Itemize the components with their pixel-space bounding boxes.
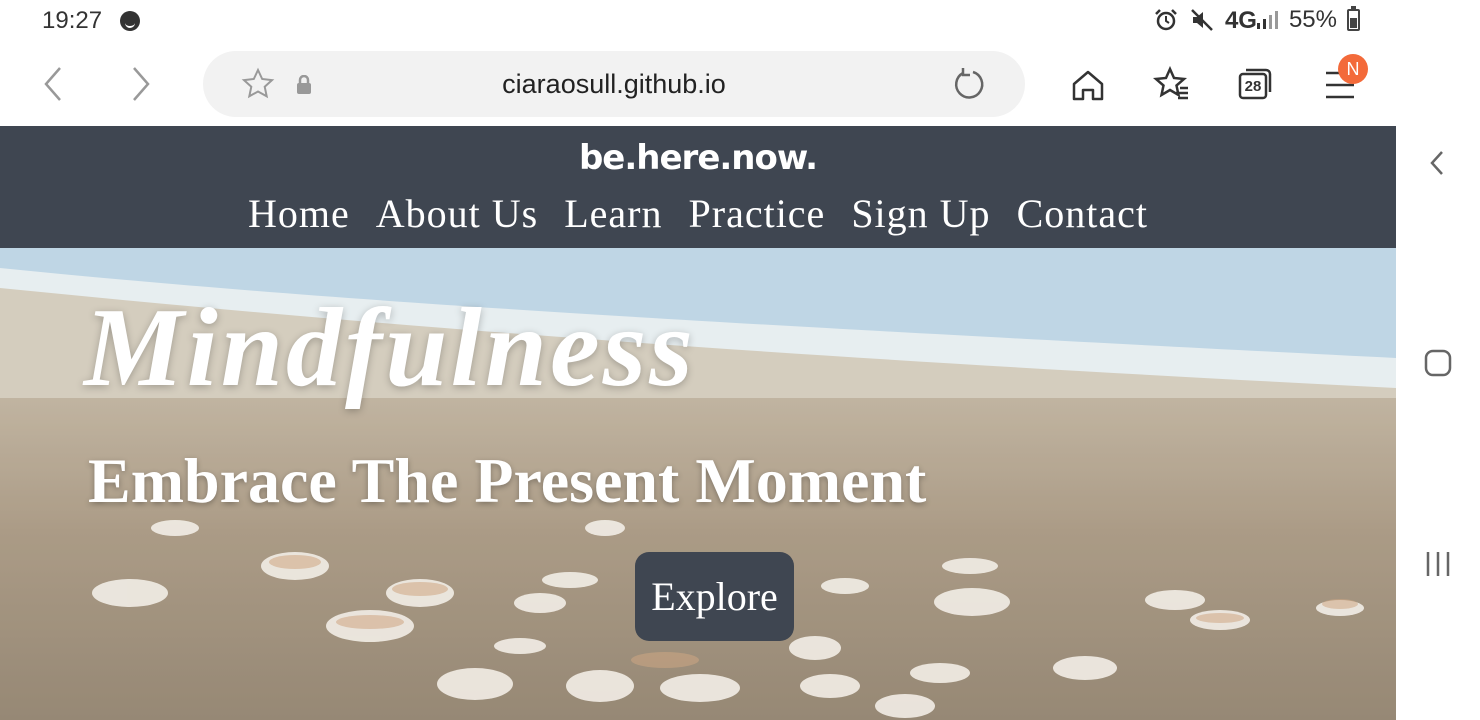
site-header: be.here.now. Home About Us Learn Practic… [0,126,1396,248]
battery-percent: 55% [1288,6,1337,33]
alarm-icon [1155,9,1177,31]
nav-learn[interactable]: Learn [564,190,662,237]
back-icon[interactable] [34,64,74,104]
home-button-icon[interactable] [1423,348,1453,378]
browser-toolbar: ciaraosull.github.io 28 N [0,44,1480,126]
forward-icon[interactable] [120,64,160,104]
mute-icon [1191,9,1213,31]
system-nav-rail [1396,126,1480,720]
nav-sign-up[interactable]: Sign Up [851,190,990,237]
web-page: be.here.now. Home About Us Learn Practic… [0,126,1396,720]
tab-count: 28 [1244,78,1262,95]
address-bar[interactable]: ciaraosull.github.io [203,51,1025,117]
battery-icon [1347,6,1360,31]
hero-subtitle: Embrace The Present Moment [88,445,927,516]
nav-practice[interactable]: Practice [689,190,826,237]
home-icon[interactable] [1069,66,1107,104]
nav-contact[interactable]: Contact [1017,190,1148,237]
status-icons: 4G 55% [1153,6,1360,34]
recents-icon[interactable] [1424,550,1452,578]
app-notification-icon [120,11,140,31]
main-nav: Home About Us Learn Practice Sign Up Con… [0,190,1396,237]
signal-icon [1256,11,1278,29]
hero-title: Mindfulness [84,286,696,410]
network-type: 4G [1224,6,1257,34]
hero-section: Mindfulness Embrace The Present Moment E… [0,248,1396,720]
url-text[interactable]: ciaraosull.github.io [203,69,1025,100]
bookmarks-icon[interactable] [1152,66,1192,104]
site-logo[interactable]: be.here.now. [0,138,1396,178]
nav-about-us[interactable]: About Us [376,190,538,237]
notification-badge: N [1338,54,1368,84]
nav-home[interactable]: Home [248,190,350,237]
collapse-icon[interactable] [1424,148,1452,178]
reload-icon[interactable] [951,66,987,102]
status-time: 19:27 [42,7,103,34]
status-bar: 19:27 4G 55% [0,0,1480,44]
explore-button[interactable]: Explore [635,552,794,641]
